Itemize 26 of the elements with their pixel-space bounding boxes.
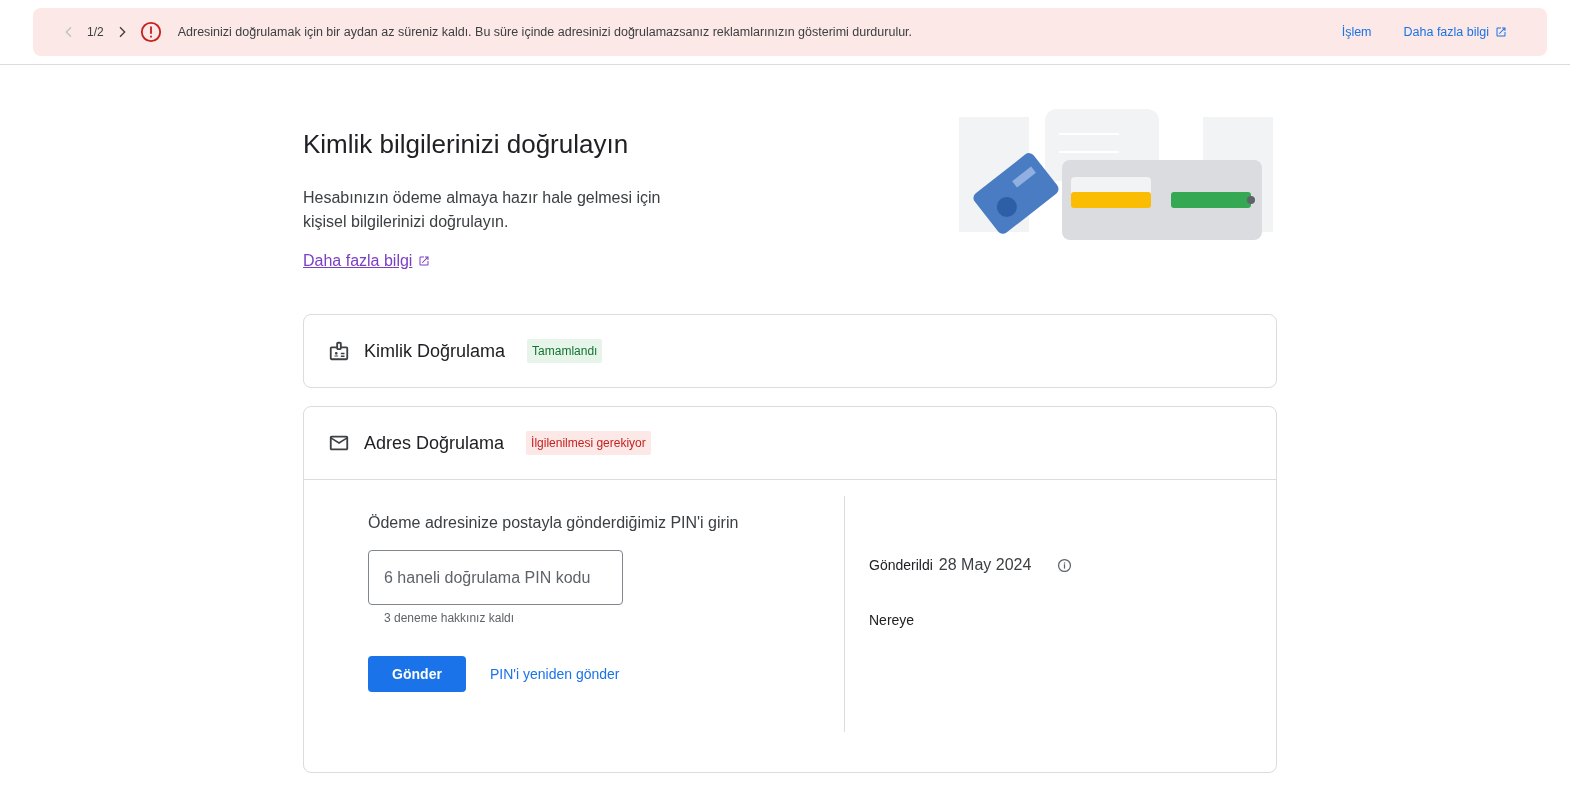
status-badge: İlgilenilmesi gerekiyor <box>526 431 651 455</box>
section-title: Adres Doğrulama <box>364 432 505 454</box>
external-link-icon <box>1495 26 1507 38</box>
learn-more-link[interactable]: Daha fazla bilgi <box>303 252 431 270</box>
submit-button[interactable]: Gönder <box>368 656 466 692</box>
attempts-helper: 3 deneme hakkınız kaldı <box>384 611 515 625</box>
banner-message: Adresinizi doğrulamak için bir aydan az süreniz kaldı. Bu süre içinde adresinizi doğrulamazsanız reklamlarınızın gösterimi durdurulur. <box>177 25 914 39</box>
error-icon <box>139 21 162 43</box>
pager-count: 1/2 <box>87 25 104 39</box>
id-badge-icon <box>328 340 350 362</box>
section-title: Kimlik Doğrulama <box>364 340 506 362</box>
banner-link[interactable]: İşlem <box>1341 25 1372 39</box>
page-title: Kimlik bilgilerinizi doğrulayın <box>303 129 630 160</box>
info-icon[interactable] <box>1057 557 1073 573</box>
resend-pin-link[interactable]: PIN'i yeniden gönder <box>490 666 620 682</box>
page-description: Hesabınızın ödeme almaya hazır hale gelmesi için kişisel bilgilerinizi doğrulayın. <box>303 188 662 232</box>
banner-link[interactable]: Daha fazla bilgi <box>1403 25 1507 39</box>
pin-input-field[interactable]: 6 haneli doğrulama PIN kodu <box>368 550 623 605</box>
sent-date: 28 May 2024 <box>938 556 1032 574</box>
section-header[interactable]: Adres Doğrulama İlgilenilmesi gerekiyor <box>304 407 1276 480</box>
status-badge: Tamamlandı <box>527 339 603 363</box>
external-link-icon <box>418 255 431 267</box>
pin-prompt: Ödeme adresinize postayla gönderdiğimiz PIN'i girin <box>368 514 740 532</box>
destination-label: Nereye <box>869 612 915 628</box>
section-header[interactable]: Kimlik Doğrulama Tamamlandı <box>304 315 1276 387</box>
sent-label: Gönderildi <box>869 557 933 573</box>
